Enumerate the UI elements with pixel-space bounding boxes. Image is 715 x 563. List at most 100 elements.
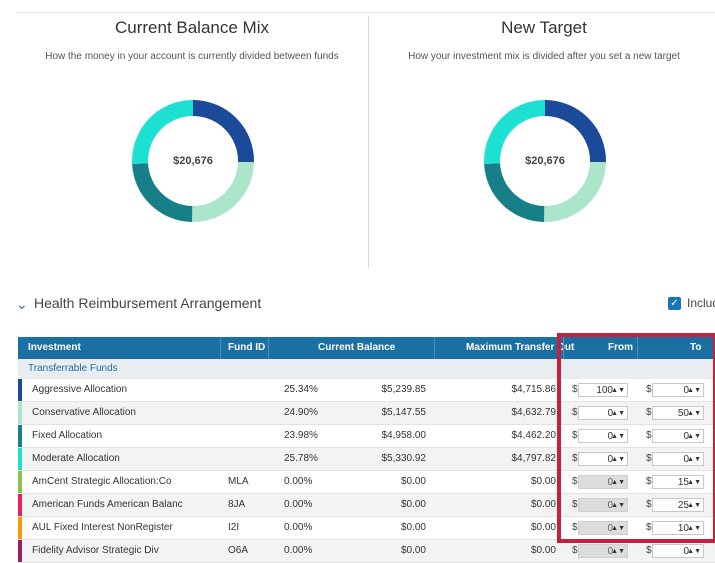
fund-id: MLA [228, 476, 249, 487]
spinner-icon[interactable]: ▲▼ [611, 453, 625, 467]
from-currency: $ [572, 545, 578, 556]
from-currency: $ [572, 522, 578, 533]
fund-color-swatch [18, 379, 22, 401]
header-to: To [690, 342, 702, 353]
fund-name: AmCent Strategic Allocation:Co [32, 476, 172, 487]
current-balance: $0.00 [400, 476, 426, 487]
to-currency: $ [646, 499, 652, 510]
to-input[interactable]: 0 ▲▼ [652, 383, 704, 397]
max-transfer-out: $4,462.20 [511, 430, 557, 441]
spinner-icon[interactable]: ▲▼ [611, 430, 625, 444]
new-target-title: New Target [501, 18, 587, 37]
to-input[interactable]: 0 ▲▼ [652, 452, 704, 466]
to-currency: $ [646, 476, 652, 487]
table-row: Aggressive Allocation 25.34% $5,239.85 $4,7… [18, 379, 715, 402]
current-percent: 25.34% [284, 384, 318, 395]
to-currency: $ [646, 453, 652, 464]
spinner-icon[interactable]: ▲▼ [687, 499, 701, 513]
to-input[interactable]: 25 ▲▼ [652, 498, 704, 512]
spinner-icon[interactable]: ▲▼ [687, 476, 701, 490]
table-row: Conservative Allocation 24.90% $5,147.55 $4… [18, 402, 715, 425]
from-input: 0 ▲▼ [578, 521, 628, 535]
fund-color-swatch [18, 402, 22, 424]
spinner-icon[interactable]: ▲▼ [687, 522, 701, 536]
current-balance: $5,330.92 [381, 453, 427, 464]
max-transfer-out: $0.00 [530, 499, 556, 510]
current-mix-title: Current Balance Mix [114, 18, 269, 37]
max-transfer-out: $0.00 [530, 545, 556, 556]
to-input[interactable]: 15 ▲▼ [652, 475, 704, 489]
spinner-icon: ▲▼ [611, 548, 625, 555]
header-current-balance: Current Balance [318, 342, 396, 353]
to-input[interactable]: 10 ▲▼ [652, 521, 704, 535]
from-input[interactable]: 0 ▲▼ [578, 452, 628, 466]
from-input: 0 ▲▼ [578, 498, 628, 512]
current-percent: 24.90% [284, 407, 318, 418]
spinner-icon: ▲▼ [611, 502, 625, 509]
table-row: AUL Fixed Interest NonRegister I2I 0.00% $0… [18, 517, 715, 540]
fund-color-swatch [18, 517, 22, 539]
new-target-panel: New Target How your investment mix is di… [368, 12, 715, 270]
funds-table: Investment Fund ID Current Balance Maxim… [18, 337, 715, 563]
table-row: Moderate Allocation 25.78% $5,330.92 $4,797… [18, 448, 715, 471]
fund-color-swatch [18, 494, 22, 516]
current-percent: 25.78% [284, 453, 318, 464]
from-input[interactable]: 0 ▲▼ [578, 429, 628, 443]
current-percent: 0.00% [284, 545, 313, 556]
to-input[interactable]: 50 ▲▼ [652, 406, 704, 420]
current-balance: $0.00 [400, 499, 426, 510]
to-input[interactable]: 0 ▲▼ [652, 544, 704, 558]
to-input[interactable]: 0 ▲▼ [652, 429, 704, 443]
fund-color-swatch [18, 425, 22, 447]
section-title[interactable]: Health Reimbursement Arrangement [34, 295, 261, 311]
table-row: AmCent Strategic Allocation:Co MLA 0.00% $0… [18, 471, 715, 494]
from-currency: $ [572, 430, 578, 441]
header-fund-id: Fund ID [228, 342, 266, 353]
fund-name: American Funds American Balanc [32, 499, 183, 510]
max-transfer-out: $4,797.82 [511, 453, 557, 464]
chevron-down-icon[interactable]: ⌄ [16, 296, 28, 313]
current-balance: $5,147.55 [381, 407, 427, 418]
current-mix-total: $20,676 [173, 155, 213, 167]
spinner-icon[interactable]: ▲▼ [611, 384, 625, 398]
fund-color-swatch [18, 540, 22, 562]
include-toggle[interactable]: ✓ Include [668, 296, 715, 310]
from-input: 0 ▲▼ [578, 475, 628, 489]
spinner-icon[interactable]: ▲▼ [611, 407, 625, 421]
group-header: Transferrable Funds [18, 359, 715, 379]
from-currency: $ [572, 499, 578, 510]
fund-id: 8JA [228, 499, 246, 510]
max-transfer-out: $0.00 [530, 522, 556, 533]
fund-name: AUL Fixed Interest NonRegister [32, 522, 173, 533]
table-header: Investment Fund ID Current Balance Maxim… [18, 337, 715, 359]
current-mix-subtitle: How the money in your account is current… [45, 51, 339, 62]
fund-name: Fidelity Advisor Strategic Div [32, 545, 159, 556]
spinner-icon: ▲▼ [611, 525, 625, 532]
checkbox-checked-icon[interactable]: ✓ [668, 296, 681, 310]
from-currency: $ [572, 453, 578, 464]
from-input[interactable]: 0 ▲▼ [578, 406, 628, 420]
fund-color-swatch [18, 448, 22, 470]
spinner-icon[interactable]: ▲▼ [687, 430, 701, 444]
from-currency: $ [572, 476, 578, 487]
fund-id: I2I [228, 522, 240, 533]
group-label: Transferrable Funds [28, 363, 118, 374]
spinner-icon[interactable]: ▲▼ [687, 545, 701, 559]
current-percent: 23.98% [284, 430, 318, 441]
to-currency: $ [646, 430, 652, 441]
hra-section-header[interactable]: ⌄ Health Reimbursement Arrangement ✓ Inc… [16, 292, 715, 316]
spinner-icon[interactable]: ▲▼ [687, 453, 701, 467]
table-row: Fidelity Advisor Strategic Div O6A 0.00% $0… [18, 540, 715, 563]
spinner-icon[interactable]: ▲▼ [687, 407, 701, 421]
header-from: From [608, 342, 633, 353]
new-target-donut: $20,676 [483, 99, 607, 223]
current-percent: 0.00% [284, 522, 313, 533]
new-target-subtitle: How your investment mix is divided after… [408, 51, 680, 62]
current-percent: 0.00% [284, 476, 313, 487]
include-label: Include [687, 296, 715, 310]
to-currency: $ [646, 407, 652, 418]
fund-name: Aggressive Allocation [32, 384, 128, 395]
spinner-icon[interactable]: ▲▼ [687, 384, 701, 398]
from-input: 0 ▲▼ [578, 544, 628, 558]
from-input[interactable]: 100 ▲▼ [578, 383, 628, 397]
